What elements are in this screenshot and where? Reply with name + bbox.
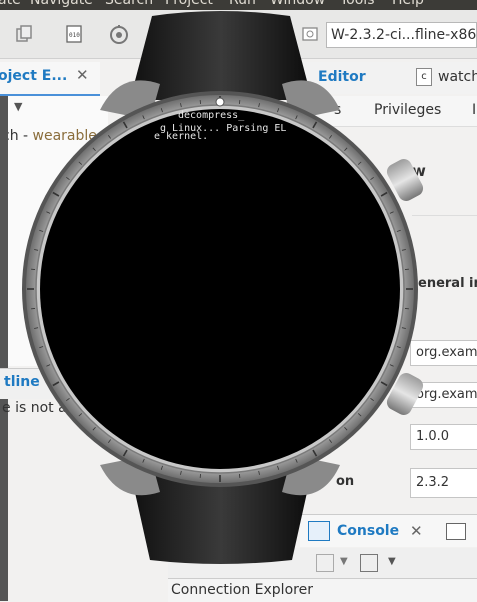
watch-screen: [40, 109, 400, 469]
bezel-marker: [216, 98, 224, 106]
watch-emulator: [0, 0, 477, 601]
boot-log-line: e kernel.: [154, 131, 208, 142]
boot-log-line: decompress_: [178, 110, 244, 121]
